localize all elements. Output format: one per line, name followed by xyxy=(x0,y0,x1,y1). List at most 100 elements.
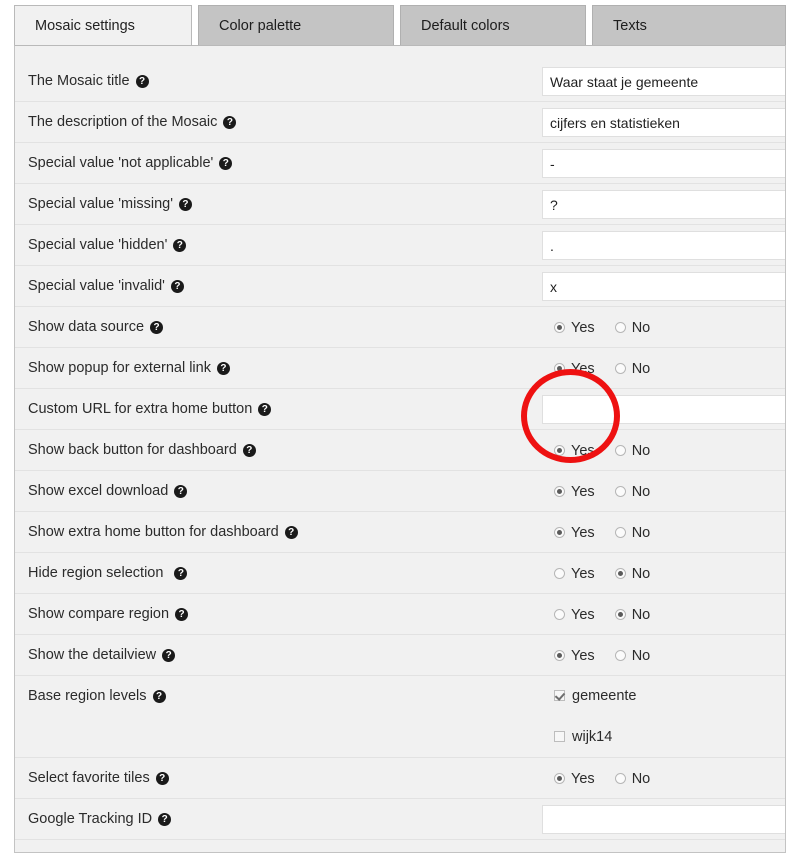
help-icon[interactable]: ? xyxy=(170,280,184,293)
setting-label: Special value 'invalid'? xyxy=(28,278,184,294)
help-icon[interactable]: ? xyxy=(173,239,187,252)
tab-color-palette[interactable]: Color palette xyxy=(198,5,394,46)
help-icon[interactable]: ? xyxy=(178,198,192,211)
setting-label: Hide region selection? xyxy=(28,565,188,581)
special-value-hidden-input[interactable] xyxy=(542,231,785,260)
radio-option-yes[interactable]: Yes xyxy=(554,361,595,377)
setting-label-text: Hide region selection xyxy=(28,565,164,581)
help-icon[interactable]: ? xyxy=(216,362,230,375)
custom-url-for-extra-home-button-input[interactable] xyxy=(542,395,785,424)
radio-option-no[interactable]: No xyxy=(614,525,650,541)
checkbox-option-gemeente[interactable]: gemeente xyxy=(554,689,637,730)
the-mosaic-title-input[interactable] xyxy=(542,67,785,96)
tab-label: Color palette xyxy=(219,18,302,34)
radio-button-no[interactable] xyxy=(614,773,626,784)
google-tracking-id-input[interactable] xyxy=(542,805,785,834)
radio-button-yes[interactable] xyxy=(554,486,565,497)
radio-button-no[interactable] xyxy=(614,527,626,538)
help-icon[interactable]: ? xyxy=(162,649,176,662)
radio-button-yes[interactable] xyxy=(554,445,565,456)
show-back-button-for-dashboard-radio-group: Yes No xyxy=(554,443,650,459)
help-icon[interactable]: ? xyxy=(174,485,188,498)
radio-option-yes[interactable]: Yes xyxy=(554,320,595,336)
radio-option-no[interactable]: No xyxy=(614,607,651,623)
setting-label: Show popup for external link? xyxy=(28,360,230,376)
show-extra-home-button-for-dashboard-radio-group: Yes No xyxy=(554,525,650,541)
setting-row-base-region-levels: Base region levels? gemeente wijk14 xyxy=(15,676,785,758)
setting-label-text: Special value 'invalid' xyxy=(28,278,165,294)
radio-option-no[interactable]: No xyxy=(614,771,651,787)
radio-button-no[interactable] xyxy=(614,486,626,497)
setting-label: Google Tracking ID? xyxy=(28,811,172,827)
setting-row-custom-url-for-extra-home-button: Custom URL for extra home button? xyxy=(15,389,785,430)
help-icon[interactable]: ? xyxy=(174,567,188,580)
setting-label: Custom URL for extra home button? xyxy=(28,401,272,417)
radio-button-no[interactable] xyxy=(614,609,626,620)
radio-button-yes[interactable] xyxy=(554,568,565,579)
radio-button-yes[interactable] xyxy=(554,650,565,661)
checkbox-gemeente[interactable] xyxy=(554,690,565,701)
radio-button-yes[interactable] xyxy=(554,609,565,620)
setting-row-show-popup-for-external-link: Show popup for external link? Yes No xyxy=(15,348,785,389)
radio-button-yes[interactable] xyxy=(554,527,565,538)
help-icon[interactable]: ? xyxy=(219,157,233,170)
tab-mosaic-settings[interactable]: Mosaic settings xyxy=(14,5,192,46)
radio-button-yes[interactable] xyxy=(554,773,565,784)
help-icon[interactable]: ? xyxy=(150,321,164,334)
special-value-invalid-input[interactable] xyxy=(542,272,785,301)
help-icon[interactable]: ? xyxy=(242,444,256,457)
radio-option-yes[interactable]: Yes xyxy=(554,566,595,582)
help-icon[interactable]: ? xyxy=(152,690,166,703)
radio-option-no[interactable]: No xyxy=(614,443,650,459)
radio-label-no: No xyxy=(631,566,651,582)
radio-option-no[interactable]: No xyxy=(614,361,650,377)
radio-option-yes[interactable]: Yes xyxy=(554,607,595,623)
radio-button-no[interactable] xyxy=(614,568,626,579)
radio-label-yes: Yes xyxy=(571,607,595,623)
radio-button-yes[interactable] xyxy=(554,363,565,374)
help-icon[interactable]: ? xyxy=(135,75,149,88)
special-value-missing-input[interactable] xyxy=(542,190,785,219)
radio-option-yes[interactable]: Yes xyxy=(554,648,595,664)
tab-label: Texts xyxy=(613,18,647,34)
help-icon[interactable]: ? xyxy=(223,116,237,129)
settings-rows: The Mosaic title? The description of the… xyxy=(15,61,785,840)
setting-label: Show extra home button for dashboard? xyxy=(28,524,298,540)
help-icon[interactable]: ? xyxy=(158,813,172,826)
radio-option-yes[interactable]: Yes xyxy=(554,443,595,459)
help-icon[interactable]: ? xyxy=(175,608,189,621)
setting-row-special-value-hidden: Special value 'hidden'? xyxy=(15,225,785,266)
help-icon[interactable]: ? xyxy=(155,772,169,785)
radio-option-yes[interactable]: Yes xyxy=(554,484,595,500)
radio-button-no[interactable] xyxy=(614,650,626,661)
radio-button-no[interactable] xyxy=(614,363,626,374)
setting-row-show-compare-region: Show compare region? Yes No xyxy=(15,594,785,635)
radio-option-yes[interactable]: Yes xyxy=(554,525,595,541)
setting-label: Select favorite tiles? xyxy=(28,770,169,786)
radio-option-no[interactable]: No xyxy=(614,320,650,336)
setting-row-the-mosaic-title: The Mosaic title? xyxy=(15,61,785,102)
radio-label-no: No xyxy=(631,607,651,623)
radio-button-yes[interactable] xyxy=(554,322,565,333)
radio-label-no: No xyxy=(631,771,651,787)
radio-button-no[interactable] xyxy=(614,322,626,333)
checkbox-wijk14[interactable] xyxy=(554,731,565,742)
setting-row-show-extra-home-button-for-dashboard: Show extra home button for dashboard? Ye… xyxy=(15,512,785,553)
setting-row-the-description-of-the-mosaic: The description of the Mosaic? xyxy=(15,102,785,143)
checkbox-label-gemeente: gemeente xyxy=(572,688,637,704)
tab-default-colors[interactable]: Default colors xyxy=(400,5,586,46)
settings-panel: The Mosaic title? The description of the… xyxy=(14,45,786,853)
radio-option-no[interactable]: No xyxy=(614,648,650,664)
help-icon[interactable]: ? xyxy=(284,526,298,539)
radio-label-yes: Yes xyxy=(571,648,595,664)
help-icon[interactable]: ? xyxy=(258,403,272,416)
radio-button-no[interactable] xyxy=(614,445,626,456)
radio-option-yes[interactable]: Yes xyxy=(554,771,595,787)
radio-label-yes: Yes xyxy=(571,566,595,582)
special-value-not-applicable-input[interactable] xyxy=(542,149,785,178)
the-description-of-the-mosaic-input[interactable] xyxy=(542,108,785,137)
tab-texts[interactable]: Texts xyxy=(592,5,786,46)
radio-option-no[interactable]: No xyxy=(614,484,650,500)
setting-label: Base region levels? xyxy=(28,688,166,704)
radio-option-no[interactable]: No xyxy=(614,566,651,582)
